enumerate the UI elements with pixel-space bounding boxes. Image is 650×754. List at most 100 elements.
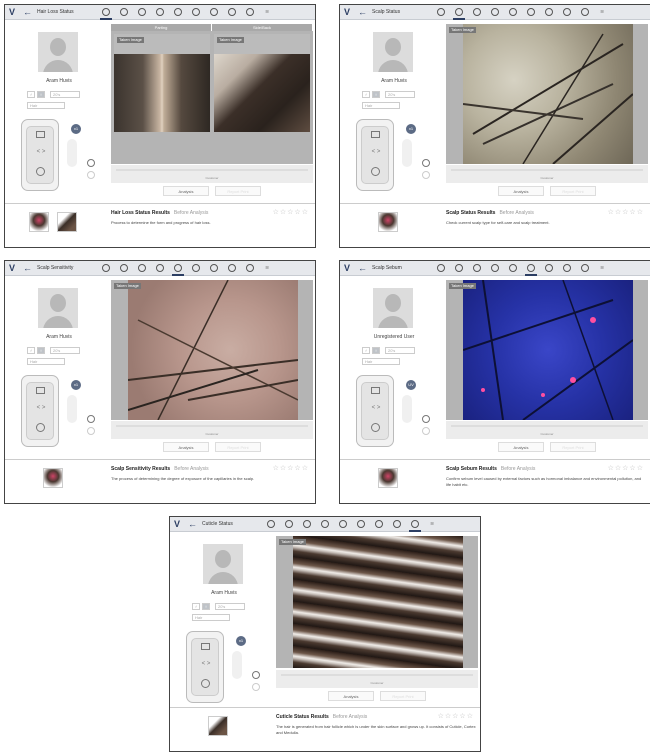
area-select[interactable]: Hair xyxy=(27,102,65,109)
area-select[interactable]: Hair xyxy=(362,358,400,365)
tab-scalp-sebum-icon[interactable] xyxy=(522,5,540,20)
tab-hair-thickness-icon[interactable] xyxy=(151,261,169,276)
tab-cuticle-icon[interactable] xyxy=(241,5,259,20)
gender-female-button[interactable]: ♀ xyxy=(372,347,380,354)
lens-option-1-icon[interactable] xyxy=(87,415,95,423)
navigate-arrows-icon[interactable]: < > xyxy=(365,405,387,411)
tab-hair-thickness-icon[interactable] xyxy=(316,517,334,532)
tab-scalp-sensitivity-icon[interactable] xyxy=(169,261,187,276)
cuticle-photo[interactable] xyxy=(293,536,463,668)
report-button[interactable]: Report Print xyxy=(215,186,261,196)
tab-hair-density-icon[interactable] xyxy=(468,5,486,20)
image-parting[interactable]: Taken Image xyxy=(114,34,210,132)
gender-female-button[interactable]: ♀ xyxy=(37,347,45,354)
tab-scalp-sensitivity-icon[interactable] xyxy=(169,5,187,20)
gender-male-button[interactable]: ♂ xyxy=(362,91,370,98)
capture-camera-icon[interactable] xyxy=(36,387,45,394)
scalp-photo[interactable] xyxy=(463,24,633,164)
age-select[interactable]: 20's xyxy=(385,347,415,354)
report-button[interactable]: Report Print xyxy=(215,442,261,452)
sensitivity-photo[interactable] xyxy=(128,280,298,420)
tab-cuticle-icon[interactable] xyxy=(241,261,259,276)
back-arrow-icon[interactable]: ← xyxy=(358,7,367,17)
gender-male-button[interactable]: ♂ xyxy=(362,347,370,354)
analysis-button[interactable]: Analysis xyxy=(498,442,544,452)
thumbnail-hair[interactable] xyxy=(208,716,228,736)
thumbnail-scalp[interactable] xyxy=(43,468,63,488)
tab-keratin-icon[interactable] xyxy=(540,261,558,276)
tab-scalp-sensitivity-icon[interactable] xyxy=(504,5,522,20)
lens-option-1-icon[interactable] xyxy=(422,415,430,423)
gender-male-button[interactable]: ♂ xyxy=(192,603,200,610)
capture-camera-icon[interactable] xyxy=(201,643,210,650)
navigate-arrows-icon[interactable]: < > xyxy=(30,405,52,411)
tab-hair-density-icon[interactable] xyxy=(298,517,316,532)
confirm-button[interactable] xyxy=(371,167,380,176)
confirm-button[interactable] xyxy=(36,167,45,176)
confirm-button[interactable] xyxy=(371,423,380,432)
tab-scalp-status-icon[interactable] xyxy=(280,517,298,532)
tab-pore-icon[interactable] xyxy=(223,261,241,276)
lens-option-2-icon[interactable] xyxy=(252,683,260,691)
analysis-button[interactable]: Analysis xyxy=(328,691,374,701)
navigate-arrows-icon[interactable]: < > xyxy=(365,149,387,155)
thumbnail-parting[interactable] xyxy=(29,212,49,232)
gender-female-button[interactable]: ♀ xyxy=(202,603,210,610)
confirm-button[interactable] xyxy=(36,423,45,432)
tab-scalp-sebum-icon[interactable] xyxy=(187,5,205,20)
navigate-arrows-icon[interactable]: < > xyxy=(195,661,217,667)
tab-pore-icon[interactable] xyxy=(388,517,406,532)
tab-keratin-icon[interactable] xyxy=(370,517,388,532)
tab-hair-thickness-icon[interactable] xyxy=(486,5,504,20)
image-side-back[interactable]: Taken Image xyxy=(214,34,310,132)
tab-pore-icon[interactable] xyxy=(558,5,576,20)
tab-scalp-status-icon[interactable] xyxy=(115,261,133,276)
tab-scalp-status-icon[interactable] xyxy=(115,5,133,20)
tab-scalp-sebum-icon[interactable] xyxy=(522,261,540,276)
report-button[interactable]: Report Print xyxy=(550,186,596,196)
tab-keratin-icon[interactable] xyxy=(205,261,223,276)
tab-hair-loss-icon[interactable] xyxy=(97,5,115,20)
thumbnail-scalp[interactable] xyxy=(378,468,398,488)
lens-option-2-icon[interactable] xyxy=(422,427,430,435)
area-select[interactable]: Hair xyxy=(362,102,400,109)
tab-keratin-icon[interactable] xyxy=(205,5,223,20)
capture-camera-icon[interactable] xyxy=(371,387,380,394)
lens-option-2-icon[interactable] xyxy=(87,171,95,179)
tab-hair-density-icon[interactable] xyxy=(468,261,486,276)
tab-scalp-sebum-icon[interactable] xyxy=(187,261,205,276)
confirm-button[interactable] xyxy=(201,679,210,688)
back-arrow-icon[interactable]: ← xyxy=(23,7,32,17)
menu-icon[interactable]: ≋ xyxy=(600,9,604,15)
tab-scalp-sensitivity-icon[interactable] xyxy=(334,517,352,532)
sebum-uv-photo[interactable] xyxy=(463,280,633,420)
age-select[interactable]: 20's xyxy=(50,91,80,98)
lens-option-1-icon[interactable] xyxy=(87,159,95,167)
tab-hair-loss-icon[interactable] xyxy=(262,517,280,532)
back-arrow-icon[interactable]: ← xyxy=(23,263,32,273)
image-slider[interactable]: Customer xyxy=(276,670,478,688)
gender-female-button[interactable]: ♀ xyxy=(372,91,380,98)
gender-female-button[interactable]: ♀ xyxy=(37,91,45,98)
area-select[interactable]: Hair xyxy=(27,358,65,365)
area-select[interactable]: Hair xyxy=(192,614,230,621)
tab-pore-icon[interactable] xyxy=(223,5,241,20)
image-slider[interactable]: Customer xyxy=(111,165,313,183)
age-select[interactable]: 20's xyxy=(215,603,245,610)
tab-scalp-sebum-icon[interactable] xyxy=(352,517,370,532)
image-slider[interactable]: Customer xyxy=(446,165,648,183)
thumbnail-scalp[interactable] xyxy=(378,212,398,232)
age-select[interactable]: 20's xyxy=(385,91,415,98)
capture-camera-icon[interactable] xyxy=(371,131,380,138)
tab-hair-loss-icon[interactable] xyxy=(432,5,450,20)
age-select[interactable]: 20's xyxy=(50,347,80,354)
menu-icon[interactable]: ≋ xyxy=(430,521,434,527)
report-button[interactable]: Report Print xyxy=(550,442,596,452)
thumbnail-side[interactable] xyxy=(57,212,77,232)
lens-option-2-icon[interactable] xyxy=(87,427,95,435)
tab-cuticle-icon[interactable] xyxy=(406,517,424,532)
report-button[interactable]: Report Print xyxy=(380,691,426,701)
menu-icon[interactable]: ≋ xyxy=(265,9,269,15)
tab-scalp-status-icon[interactable] xyxy=(450,5,468,20)
image-slider[interactable]: Customer xyxy=(446,421,648,439)
